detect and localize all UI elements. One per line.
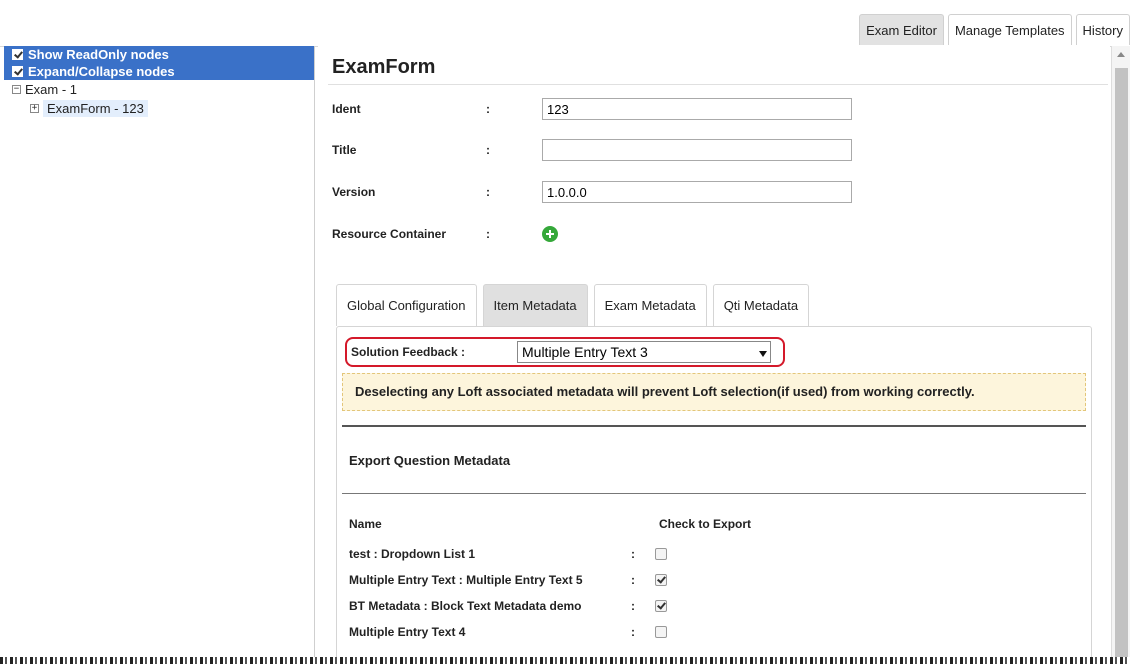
solution-feedback-label: Solution Feedback : — [351, 345, 466, 359]
title-row: Title : — [332, 139, 852, 161]
expand-collapse-option[interactable]: Expand/Collapse nodes — [4, 63, 314, 80]
divider — [328, 84, 1108, 85]
colon: : — [486, 143, 490, 157]
item-metadata-panel: Solution Feedback : Multiple Entry Text … — [336, 326, 1092, 664]
divider — [342, 493, 1086, 494]
metadata-name: Multiple Entry Text 4 — [349, 625, 466, 639]
add-circle-icon[interactable] — [542, 226, 558, 242]
vertical-scrollbar[interactable] — [1111, 46, 1130, 664]
metadata-row: Multiple Entry Text 4 : — [349, 623, 667, 641]
page-title: ExamForm — [332, 56, 436, 78]
tab-item-metadata[interactable]: Item Metadata — [482, 284, 588, 326]
show-readonly-option[interactable]: Show ReadOnly nodes — [4, 46, 314, 63]
colon: : — [631, 599, 635, 613]
export-checkbox[interactable] — [655, 626, 667, 638]
ident-label: Ident — [332, 102, 361, 116]
tab-history[interactable]: History — [1075, 14, 1130, 45]
resource-container-label: Resource Container — [332, 227, 447, 241]
scroll-up-icon[interactable] — [1117, 52, 1125, 57]
cropped-edge — [0, 657, 1130, 664]
section-title: Export Question Metadata — [349, 453, 511, 468]
export-checkbox[interactable] — [655, 548, 667, 560]
tree-node-exam[interactable]: − Exam - 1 — [12, 80, 314, 99]
tree-node-label[interactable]: Exam - 1 — [25, 82, 77, 97]
title-label: Title — [332, 143, 357, 157]
metadata-tabs: Global Configuration Item Metadata Exam … — [336, 284, 815, 326]
colon: : — [486, 227, 490, 241]
loft-warning: Deselecting any Loft associated metadata… — [342, 373, 1086, 411]
version-input[interactable] — [542, 181, 852, 203]
tree-panel: Show ReadOnly nodes Expand/Collapse node… — [4, 46, 315, 664]
export-checkbox[interactable] — [655, 600, 667, 612]
tab-exam-editor[interactable]: Exam Editor — [859, 14, 944, 45]
tab-exam-metadata[interactable]: Exam Metadata — [593, 284, 707, 326]
colon: : — [486, 185, 490, 199]
version-row: Version : — [332, 181, 852, 203]
metadata-row: test : Dropdown List 1 : — [349, 545, 667, 563]
solution-feedback-row: Solution Feedback : Multiple Entry Text … — [345, 337, 785, 367]
column-header-export: Check to Export — [659, 517, 752, 531]
title-input[interactable] — [542, 139, 852, 161]
tree-node-label[interactable]: ExamForm - 123 — [43, 100, 148, 117]
resource-container-row: Resource Container : — [332, 223, 558, 245]
show-readonly-checkbox[interactable] — [12, 49, 23, 60]
top-nav: Exam Editor Manage Templates History — [855, 14, 1130, 45]
tree-node-examform[interactable]: + ExamForm - 123 — [12, 99, 314, 118]
metadata-row: Multiple Entry Text : Multiple Entry Tex… — [349, 571, 667, 589]
colon: : — [631, 625, 635, 639]
expand-icon[interactable]: + — [30, 104, 39, 113]
show-readonly-label: Show ReadOnly nodes — [28, 47, 169, 62]
top-bar: Exam Editor Manage Templates History — [0, 0, 1130, 47]
ident-row: Ident : — [332, 98, 852, 120]
tab-manage-templates[interactable]: Manage Templates — [947, 14, 1072, 45]
metadata-name: test : Dropdown List 1 — [349, 547, 475, 561]
column-header-name: Name — [349, 517, 382, 531]
expand-collapse-checkbox[interactable] — [12, 66, 23, 77]
metadata-row: BT Metadata : Block Text Metadata demo : — [349, 597, 667, 615]
divider — [342, 425, 1086, 427]
scrollbar-thumb[interactable] — [1115, 68, 1128, 664]
tab-qti-metadata[interactable]: Qti Metadata — [712, 284, 810, 326]
ident-input[interactable] — [542, 98, 852, 120]
exam-tree: − Exam - 1 + ExamForm - 123 — [4, 80, 314, 118]
collapse-icon[interactable]: − — [12, 85, 21, 94]
metadata-name: Multiple Entry Text : Multiple Entry Tex… — [349, 573, 583, 587]
version-label: Version — [332, 185, 376, 199]
tab-global-configuration[interactable]: Global Configuration — [336, 284, 477, 326]
editor-content: ExamForm Ident : Title : Version : Resou… — [318, 46, 1110, 664]
colon: : — [486, 102, 490, 116]
metadata-name: BT Metadata : Block Text Metadata demo — [349, 599, 582, 613]
export-checkbox[interactable] — [655, 574, 667, 586]
colon: : — [631, 573, 635, 587]
expand-collapse-label: Expand/Collapse nodes — [28, 64, 175, 79]
colon: : — [631, 547, 635, 561]
solution-feedback-select[interactable]: Multiple Entry Text 3 — [517, 341, 771, 363]
